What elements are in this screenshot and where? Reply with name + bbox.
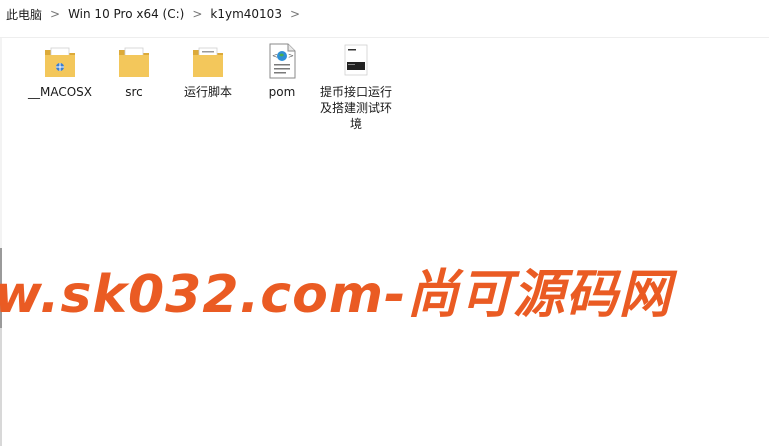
file-item-src[interactable]: src (98, 42, 170, 100)
file-grid: __MACOSX src 运行脚本 < > pom 提币接口运行及搭建测试环境 (24, 42, 424, 142)
folder-icon (116, 42, 152, 80)
folder-icon (42, 42, 78, 80)
svg-text:<: < (272, 52, 278, 60)
file-name: 提币接口运行及搭建测试环境 (320, 85, 393, 131)
xml-file-icon: < > (264, 42, 300, 80)
file-name: pom (268, 85, 296, 99)
breadcrumb-item-folder[interactable]: k1ym40103 (210, 7, 282, 21)
breadcrumb-separator[interactable]: > (192, 7, 202, 21)
breadcrumb-separator[interactable]: > (50, 7, 60, 21)
watermark-text: w.sk032.com-尚可源码网 (0, 265, 672, 325)
svg-text:>: > (288, 52, 294, 60)
file-item-pom[interactable]: < > pom (246, 42, 318, 100)
breadcrumb-separator[interactable]: > (290, 7, 300, 21)
file-name: src (125, 85, 143, 99)
breadcrumb-item-drive[interactable]: Win 10 Pro x64 (C:) (68, 7, 184, 21)
folder-icon (190, 42, 226, 80)
file-name: __MACOSX (27, 85, 92, 99)
address-divider (0, 28, 769, 38)
file-item-scripts[interactable]: 运行脚本 (172, 42, 244, 100)
left-scrollbar[interactable] (0, 38, 2, 446)
file-item-guide-image[interactable]: 提币接口运行及搭建测试环境 (320, 42, 392, 132)
breadcrumb-item-this-pc[interactable]: 此电脑 (6, 6, 42, 23)
file-item-macosx[interactable]: __MACOSX (24, 42, 96, 100)
image-file-icon (338, 42, 374, 80)
file-name: 运行脚本 (183, 85, 232, 99)
breadcrumb: 此电脑 > Win 10 Pro x64 (C:) > k1ym40103 > (0, 0, 769, 28)
